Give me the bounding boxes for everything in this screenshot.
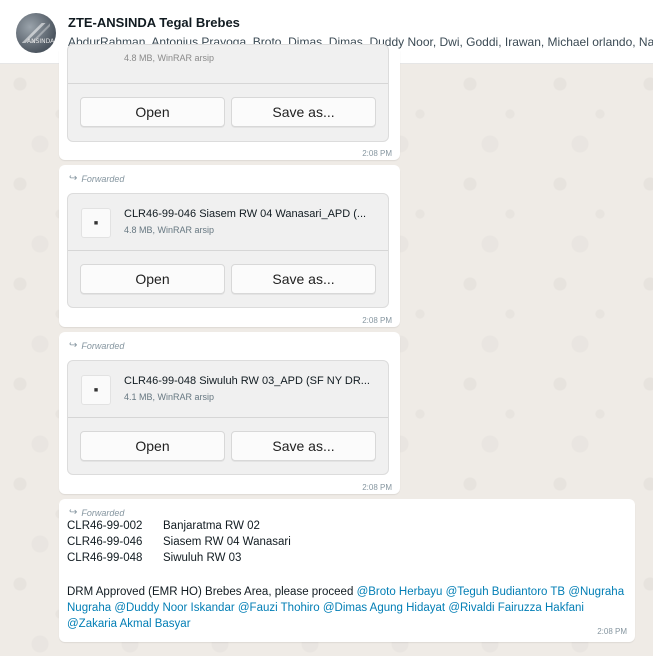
- mention-link[interactable]: @Fauzi Thohiro: [238, 602, 320, 614]
- site-code: CLR46-99-048: [67, 552, 143, 564]
- file-info[interactable]: ■ CLR46-99-048 Siwuluh RW 03_APD (SF NY …: [68, 361, 388, 418]
- forwarded-label: ↪ Forwarded: [69, 173, 124, 184]
- message-time: 2:08 PM: [362, 316, 392, 325]
- group-avatar[interactable]: ANSINDA: [16, 13, 56, 53]
- forwarded-text: Forwarded: [81, 340, 125, 351]
- forwarded-label: ↪ Forwarded: [69, 507, 124, 518]
- site-name: Banjaratma RW 02: [163, 520, 260, 532]
- open-button[interactable]: Open: [80, 264, 225, 294]
- site-name: Siwuluh RW 03: [163, 552, 242, 564]
- save-as-button[interactable]: Save as...: [231, 264, 376, 294]
- file-name: CLR46-99-048 Siwuluh RW 03_APD (SF NY DR…: [124, 375, 370, 387]
- file-message: ↪ Forwarded ■ CLR46-99-046 Siasem RW 04 …: [59, 165, 400, 327]
- forwarded-text: Forwarded: [81, 507, 125, 518]
- avatar-logo-text: ANSINDA: [27, 38, 55, 45]
- mention-link[interactable]: @Broto Herbayu: [357, 586, 443, 598]
- forward-arrow-icon: ↪: [69, 507, 78, 518]
- mention-link[interactable]: @Zakaria Akmal Basyar: [67, 618, 191, 630]
- site-row: CLR46-99-046 Siasem RW 04 Wanasari: [67, 536, 291, 548]
- file-info[interactable]: ■ CLR46-99-046 Siasem RW 04 Wanasari_APD…: [68, 194, 388, 251]
- save-as-button[interactable]: Save as...: [231, 431, 376, 461]
- file-message: 4.8 MB, WinRAR arsip Open Save as... 2:0…: [59, 44, 400, 160]
- chat-title[interactable]: ZTE-ANSINDA Tegal Brebes: [68, 15, 240, 30]
- open-button[interactable]: Open: [80, 97, 225, 127]
- file-card: ■ CLR46-99-046 Siasem RW 04 Wanasari_APD…: [67, 193, 389, 308]
- archive-file-icon: ■: [81, 375, 111, 405]
- site-row: CLR46-99-048 Siwuluh RW 03: [67, 552, 241, 564]
- file-info[interactable]: 4.8 MB, WinRAR arsip: [68, 45, 388, 84]
- mention-link[interactable]: @Teguh Budiantoro TB: [446, 586, 566, 598]
- site-code: CLR46-99-046: [67, 536, 143, 548]
- file-message: ↪ Forwarded ■ CLR46-99-048 Siwuluh RW 03…: [59, 332, 400, 494]
- mention-link[interactable]: @Rivaldi Fairuzza Hakfani: [448, 602, 584, 614]
- forwarded-label: ↪ Forwarded: [69, 340, 124, 351]
- file-meta: 4.1 MB, WinRAR arsip: [124, 392, 215, 402]
- file-card: 4.8 MB, WinRAR arsip Open Save as...: [67, 44, 389, 142]
- file-meta: 4.8 MB, WinRAR arsip: [124, 53, 215, 63]
- open-button[interactable]: Open: [80, 431, 225, 461]
- text-message: ↪ Forwarded CLR46-99-002 Banjaratma RW 02…: [59, 499, 635, 642]
- message-time: 2:08 PM: [362, 483, 392, 492]
- save-as-button[interactable]: Save as...: [231, 97, 376, 127]
- site-name: Siasem RW 04 Wanasari: [163, 536, 291, 548]
- message-body: DRM Approved (EMR HO) Brebes Area, pleas…: [67, 584, 627, 632]
- file-card: ■ CLR46-99-048 Siwuluh RW 03_APD (SF NY …: [67, 360, 389, 475]
- message-text: DRM Approved (EMR HO) Brebes Area, pleas…: [67, 586, 354, 598]
- message-time: 2:08 PM: [597, 627, 627, 636]
- forward-arrow-icon: ↪: [69, 173, 78, 184]
- file-name: CLR46-99-046 Siasem RW 04 Wanasari_APD (…: [124, 208, 367, 220]
- site-code: CLR46-99-002: [67, 520, 143, 532]
- mention-link[interactable]: @Dimas Agung Hidayat: [323, 602, 445, 614]
- file-meta: 4.8 MB, WinRAR arsip: [124, 225, 215, 235]
- archive-file-icon: ■: [81, 208, 111, 238]
- message-time: 2:08 PM: [362, 149, 392, 158]
- mention-link[interactable]: @Duddy Noor Iskandar: [114, 602, 234, 614]
- forward-arrow-icon: ↪: [69, 340, 78, 351]
- forwarded-text: Forwarded: [81, 173, 125, 184]
- site-row: CLR46-99-002 Banjaratma RW 02: [67, 520, 260, 532]
